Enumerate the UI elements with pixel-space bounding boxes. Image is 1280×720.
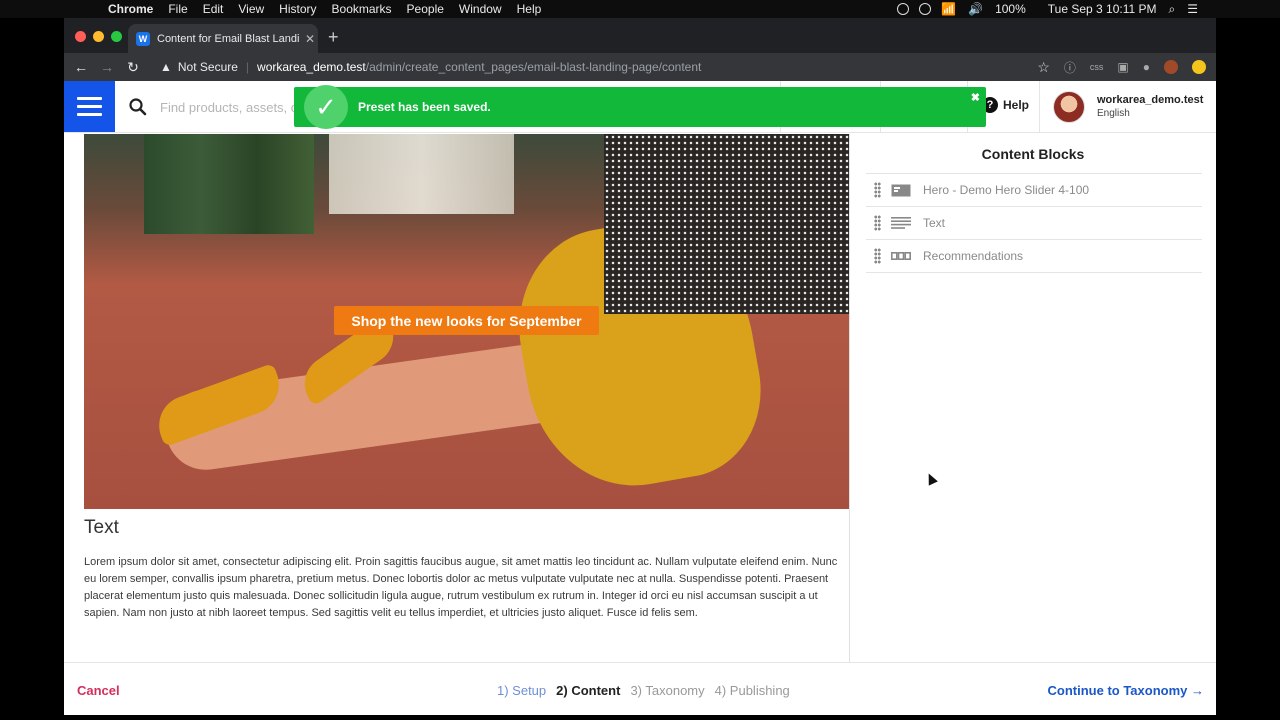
content-block-label: Recommendations — [923, 249, 1024, 263]
close-window-button[interactable] — [75, 31, 86, 42]
menu-chrome[interactable]: Chrome — [108, 2, 153, 16]
bookmark-star-icon[interactable]: ☆ — [1037, 59, 1050, 76]
spotlight-search-icon[interactable]: ⌕ — [1169, 2, 1176, 17]
status-icon[interactable] — [919, 3, 932, 15]
menu-bookmarks[interactable]: Bookmarks — [332, 2, 392, 16]
menu-history[interactable]: History — [279, 2, 316, 16]
recommendations-icon — [891, 250, 911, 262]
step-taxonomy: 3) Taxonomy — [630, 683, 705, 698]
close-tab-icon[interactable]: ✕ — [305, 32, 315, 46]
step-setup[interactable]: 1) Setup — [497, 683, 546, 698]
step-publishing: 4) Publishing — [714, 683, 790, 698]
workflow-steps: 1) Setup 2) Content 3) Taxonomy 4) Publi… — [497, 683, 790, 698]
user-locale[interactable]: English — [1097, 108, 1130, 119]
menu-people[interactable]: People — [407, 2, 444, 16]
volume-icon[interactable]: 🔊 — [968, 2, 983, 16]
workflow-footer: Cancel 1) Setup 2) Content 3) Taxonomy 4… — [64, 662, 1216, 715]
menu-hamburger-icon[interactable] — [64, 81, 115, 132]
text-lines-icon — [891, 217, 911, 229]
reload-icon[interactable]: ↻ — [120, 59, 146, 76]
macos-menubar: Chrome File Edit View History Bookmarks … — [0, 0, 1280, 18]
info-extension-icon[interactable]: ⓘ — [1064, 59, 1076, 76]
browser-window: W Content for Email Blast Landing ✕ + ← … — [64, 18, 1216, 715]
css-extension-icon[interactable]: css — [1090, 62, 1104, 72]
search-input[interactable] — [160, 95, 300, 119]
url-host[interactable]: workarea_demo.test — [257, 60, 366, 74]
content-blocks-title: Content Blocks — [981, 146, 1085, 162]
toolbar-extensions: ☆ ⓘ css ▣ ● — [1037, 53, 1206, 81]
content-block-text[interactable]: Text — [866, 207, 1202, 240]
drag-handle-icon[interactable] — [874, 182, 881, 198]
window-controls — [75, 31, 122, 42]
back-icon[interactable]: ← — [68, 59, 94, 75]
cancel-button[interactable]: Cancel — [77, 683, 120, 698]
address-bar: ← → ↻ ▲ Not Secure | workarea_demo.test … — [64, 53, 1216, 81]
user-avatar[interactable] — [1053, 91, 1085, 123]
step-content: 2) Content — [556, 683, 621, 698]
notification-center-icon[interactable]: ☰ — [1187, 2, 1198, 16]
mouse-cursor-icon — [924, 471, 938, 486]
success-toast: ✓ Preset has been saved. ✖ — [294, 85, 986, 129]
header-divider — [1039, 81, 1040, 132]
url-path[interactable]: /admin/create_content_pages/email-blast-… — [366, 60, 702, 74]
wifi-icon[interactable]: 📶 — [941, 2, 956, 16]
minimize-window-button[interactable] — [93, 31, 104, 42]
profile-avatar-icon[interactable] — [1164, 60, 1178, 74]
help-label: Help — [1003, 98, 1030, 112]
content-block-label: Hero - Demo Hero Slider 4-100 — [923, 183, 1090, 197]
menu-window[interactable]: Window — [459, 2, 502, 16]
page-preview: Shop the new looks for September Text Lo… — [84, 134, 850, 662]
menubar-status-area: 📶 🔊 100% Tue Sep 3 10:11 PM ⌕ ☰ — [897, 0, 1280, 18]
help-button[interactable]: ? Help — [982, 97, 1029, 113]
tab-strip: W Content for Email Blast Landing ✕ + — [64, 18, 1216, 53]
menu-file[interactable]: File — [168, 2, 187, 16]
workarea-favicon-icon: W — [136, 31, 150, 46]
drag-handle-icon[interactable] — [874, 215, 881, 231]
content-block-label: Text — [923, 216, 946, 230]
puzzle-extension-icon[interactable]: ▣ — [1117, 60, 1128, 74]
continue-to-taxonomy-button[interactable]: Continue to Taxonomy → — [1048, 683, 1204, 698]
browser-tab[interactable]: W Content for Email Blast Landing ✕ — [128, 24, 318, 53]
content-blocks-list: Hero - Demo Hero Slider 4-100 Text Recom… — [866, 173, 1202, 273]
menu-edit[interactable]: Edit — [203, 2, 224, 16]
toast-message: Preset has been saved. — [358, 100, 491, 114]
record-icon[interactable] — [897, 3, 910, 15]
tab-title: Content for Email Blast Landing — [157, 32, 299, 45]
hero-shirt-graphic — [604, 134, 849, 314]
hero-image-icon — [891, 184, 911, 196]
hero-cta-button[interactable]: Shop the new looks for September — [334, 306, 599, 335]
menu-view[interactable]: View — [238, 2, 264, 16]
menu-help[interactable]: Help — [517, 2, 542, 16]
warning-icon[interactable]: ▲ — [160, 60, 172, 74]
security-label[interactable]: Not Secure — [178, 60, 238, 74]
hero-window-graphic — [329, 134, 514, 214]
hero-image[interactable]: Shop the new looks for September — [84, 134, 849, 509]
circle-extension-icon[interactable]: ● — [1143, 60, 1150, 74]
user-name[interactable]: workarea_demo.test — [1097, 94, 1203, 106]
text-block-heading: Text — [84, 517, 119, 538]
editor-content: Shop the new looks for September Text Lo… — [64, 134, 1216, 662]
search-icon[interactable] — [128, 97, 148, 117]
url-separator: | — [245, 60, 250, 74]
new-tab-icon[interactable]: + — [328, 27, 339, 48]
yellow-extension-icon[interactable] — [1192, 60, 1206, 74]
drag-handle-icon[interactable] — [874, 248, 881, 264]
battery-percent[interactable]: 100% — [995, 2, 1026, 16]
content-block-recommendations[interactable]: Recommendations — [866, 240, 1202, 273]
clock[interactable]: Tue Sep 3 10:11 PM — [1048, 2, 1157, 16]
hero-curtain-graphic — [144, 134, 314, 234]
content-blocks-panel: Content Blocks Hero - Demo Hero Slider 4… — [850, 134, 1216, 662]
text-block-body: Lorem ipsum dolor sit amet, consectetur … — [84, 556, 838, 619]
zoom-window-button[interactable] — [111, 31, 122, 42]
content-block-hero[interactable]: Hero - Demo Hero Slider 4-100 — [866, 174, 1202, 207]
checkmark-icon: ✓ — [304, 85, 348, 129]
toast-close-icon[interactable]: ✖ — [971, 91, 980, 104]
forward-icon[interactable]: → — [94, 59, 120, 75]
